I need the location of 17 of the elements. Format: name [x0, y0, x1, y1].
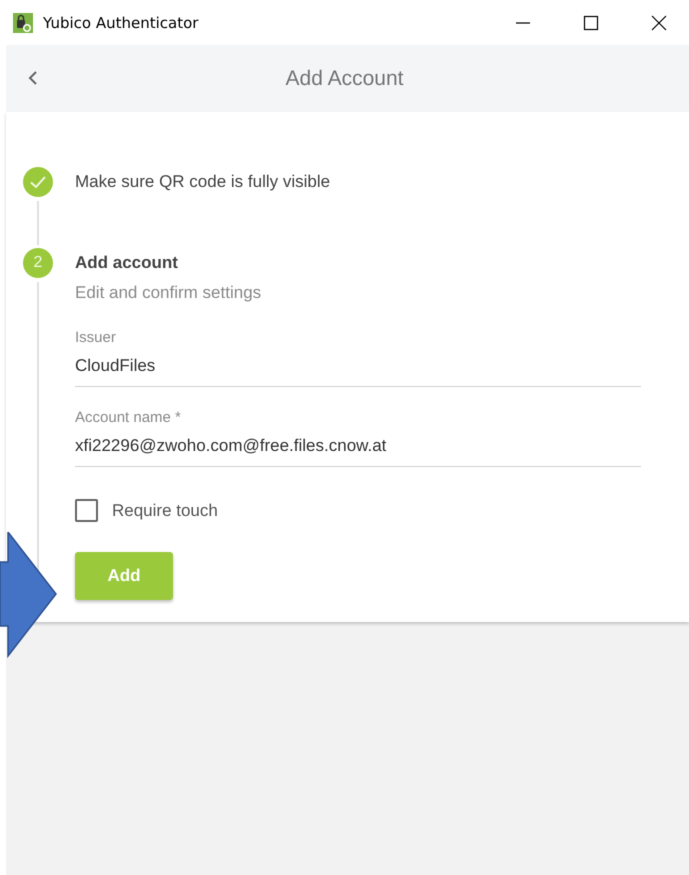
window-title: Yubico Authenticator	[43, 14, 198, 32]
close-icon[interactable]	[651, 14, 667, 30]
page-title: Add Account	[286, 66, 404, 90]
text-field[interactable]: CloudFiles	[75, 346, 641, 387]
step-subtitle: Edit and confirm settings	[75, 283, 262, 303]
step-title: Add account	[75, 253, 179, 273]
step-title: Make sure QR code is fully visible	[75, 172, 332, 192]
field-label: Issuer	[75, 329, 117, 346]
checkbox[interactable]	[75, 499, 98, 522]
maximize-icon[interactable]	[583, 14, 599, 30]
back-icon[interactable]	[28, 70, 38, 86]
checkbox-label[interactable]: Require touch	[112, 500, 218, 520]
step-number: 2	[23, 248, 53, 278]
check-icon	[23, 167, 53, 197]
field-label: Account name *	[75, 409, 182, 426]
app-icon	[13, 12, 33, 32]
text-field[interactable]: xfi22296@zwoho.com@free.files.cnow.at	[75, 426, 641, 467]
